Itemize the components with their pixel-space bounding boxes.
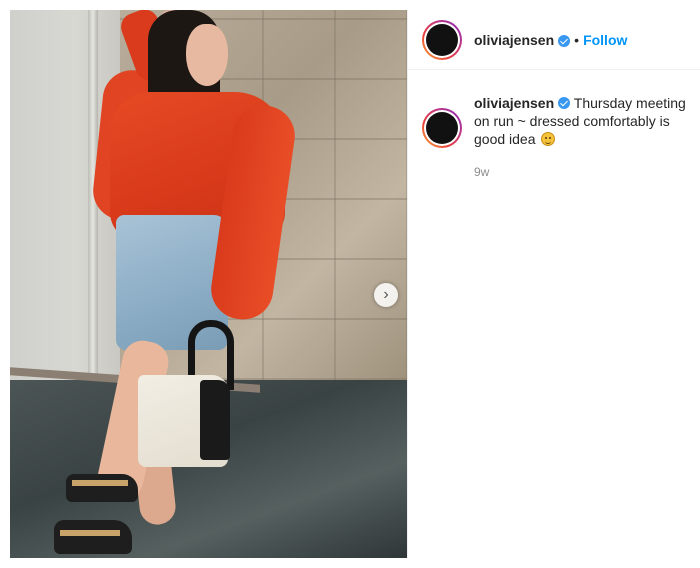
follow-button[interactable]: Follow (583, 32, 627, 48)
caption-username[interactable]: oliviajensen (474, 95, 554, 111)
smiling-face-emoji-icon (541, 132, 556, 146)
photo-handbag-wing (200, 380, 230, 460)
photo-sandal (66, 474, 138, 502)
avatar-border (424, 21, 460, 58)
post-side-panel: oliviajensen • Follow oliviajensen Thurs… (407, 10, 700, 558)
story-ring[interactable] (422, 108, 462, 148)
avatar (426, 112, 458, 144)
post-timestamp[interactable]: 9w (474, 165, 489, 179)
verified-badge-icon (558, 97, 571, 109)
header-username[interactable]: oliviajensen (474, 32, 554, 48)
caption-text-block: oliviajensen Thursday meeting on run ~ d… (474, 94, 699, 148)
caption-comment: oliviajensen Thursday meeting on run ~ d… (422, 94, 700, 148)
story-ring[interactable] (422, 19, 462, 60)
post-photo[interactable]: › (10, 10, 407, 558)
next-photo-button[interactable]: › (374, 283, 398, 307)
photo-sandal-strap (60, 530, 120, 536)
instagram-post: › oliviajensen • Follow oliviajensen Thu… (10, 10, 700, 558)
chevron-right-icon: › (383, 286, 389, 303)
photo-sandal (54, 520, 132, 554)
verified-badge-icon (558, 34, 571, 47)
photo-face (186, 24, 228, 86)
avatar (426, 23, 458, 56)
post-header: oliviajensen • Follow (408, 10, 700, 70)
avatar-border (424, 110, 460, 146)
separator-dot: • (574, 31, 580, 48)
photo-sandal-strap (72, 480, 128, 486)
